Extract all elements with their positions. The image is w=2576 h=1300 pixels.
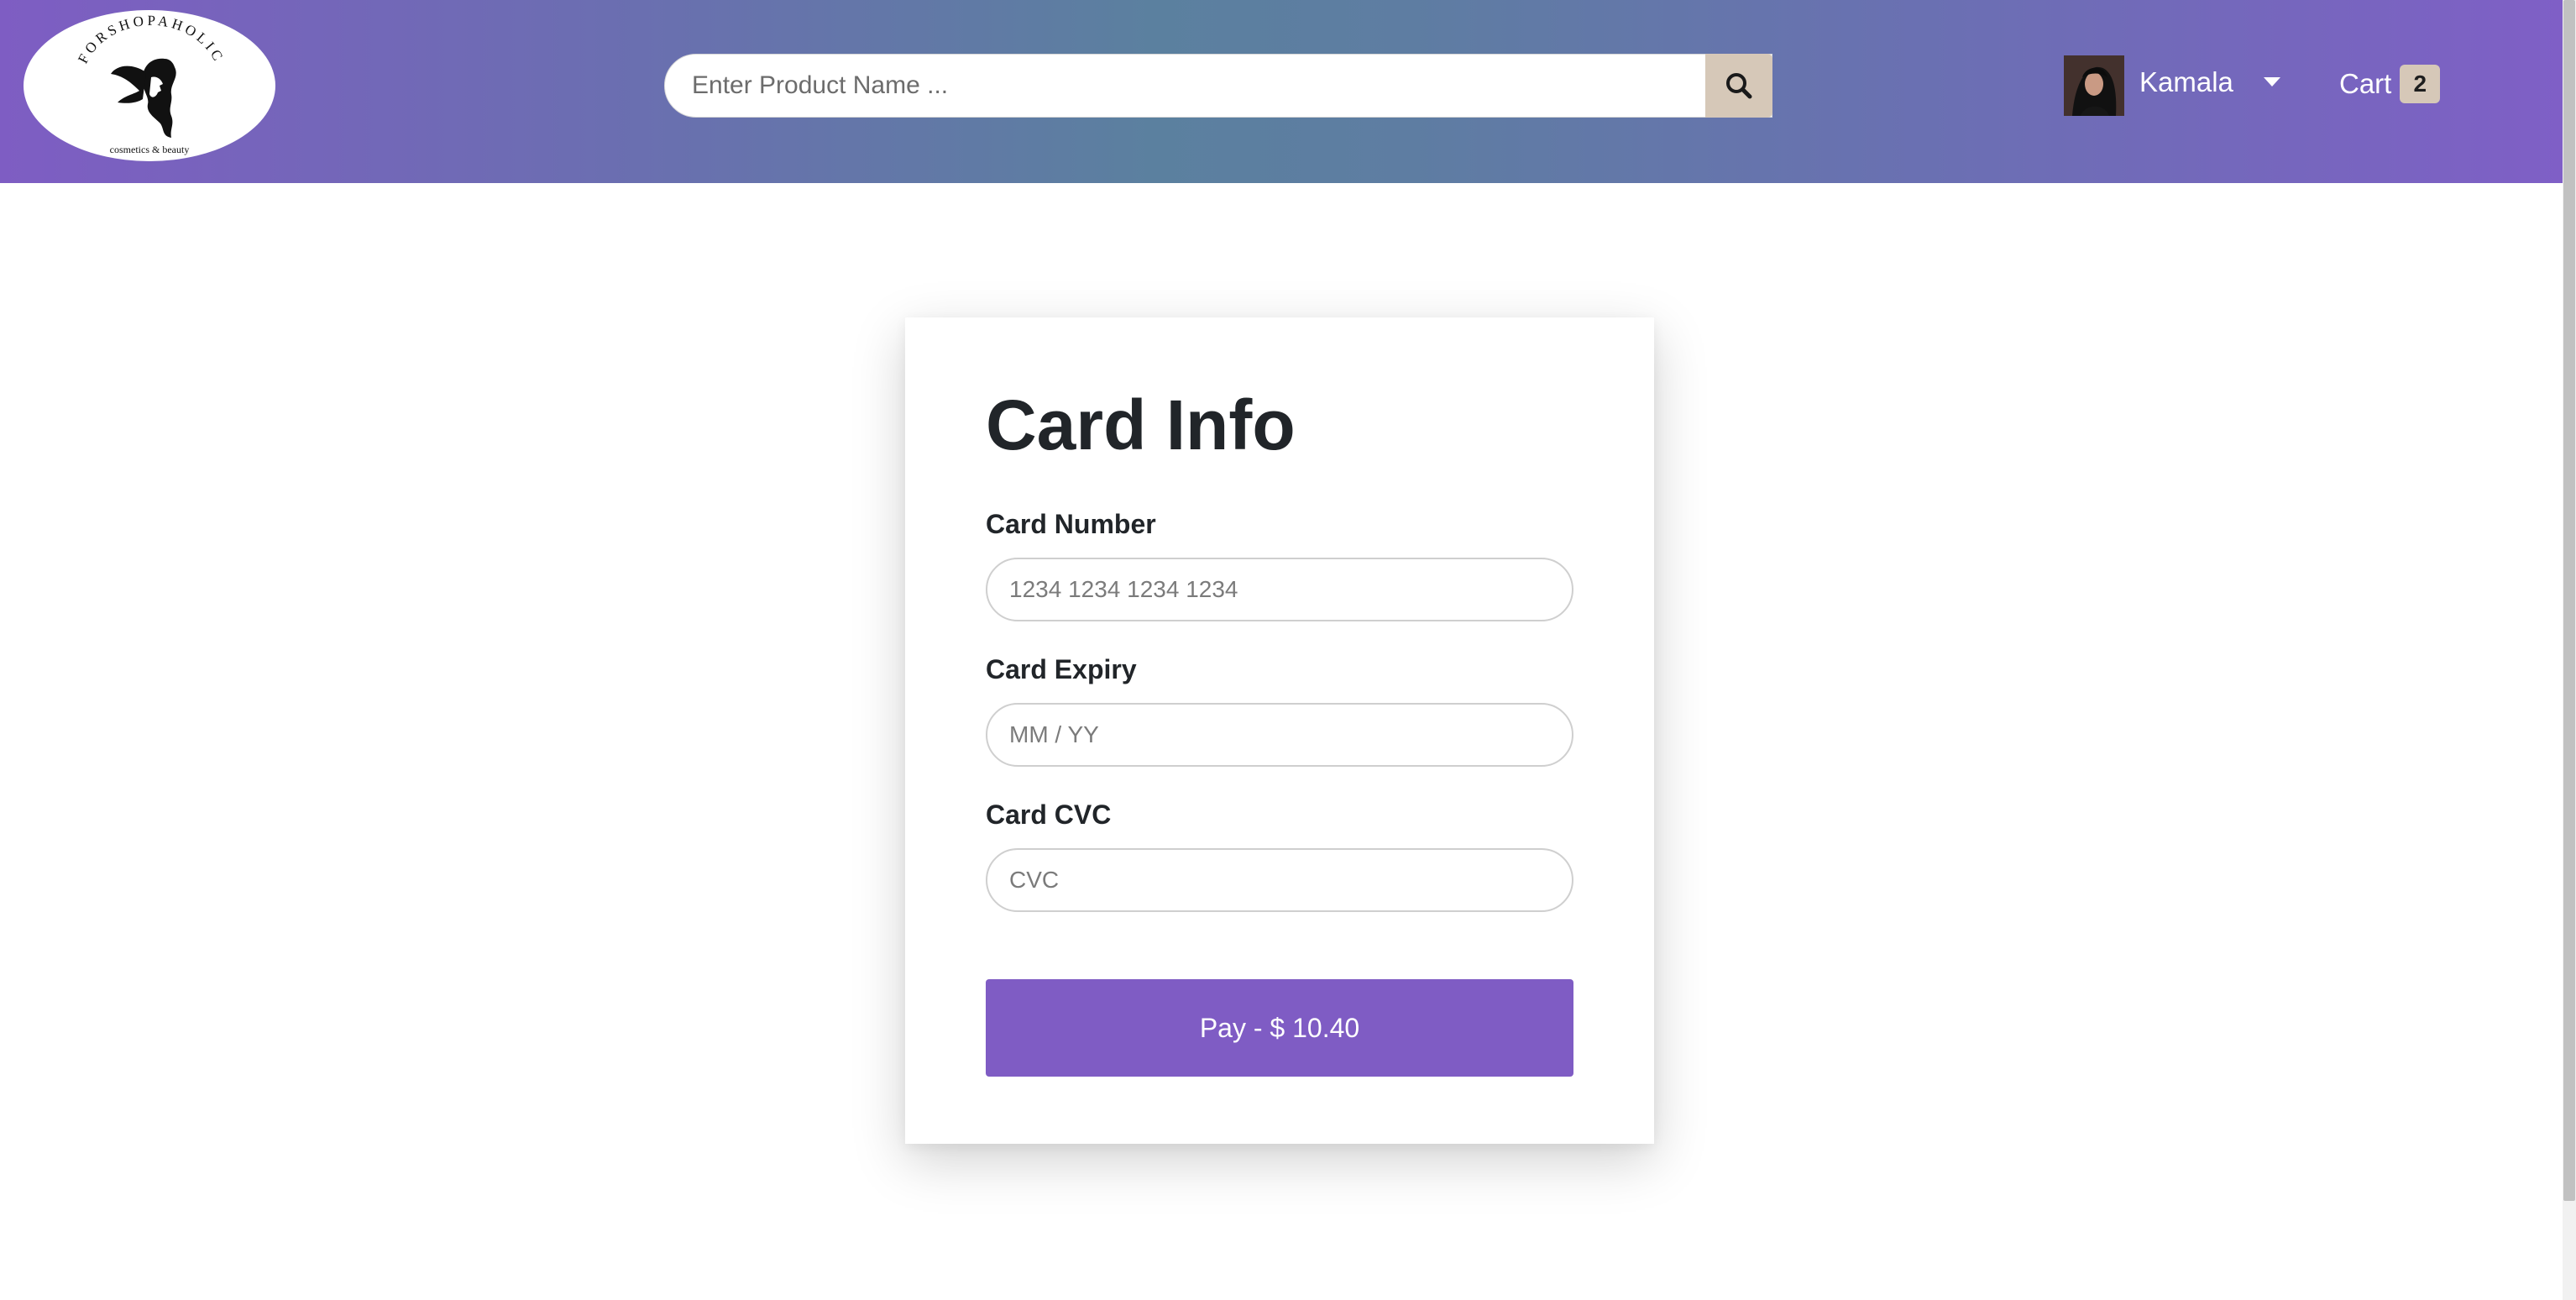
card-cvc-label: Card CVC [986,799,1112,830]
card-expiry-field[interactable] [986,703,1573,767]
scrollbar-thumb[interactable] [2563,0,2575,1201]
cart-label: Cart [2339,68,2392,99]
card-expiry-label: Card Expiry [986,654,1137,684]
brand-name: FORSHOPAHOLIC [75,13,224,66]
user-name[interactable]: Kamala [2139,66,2233,99]
cart-count-badge: 2 [2400,65,2441,103]
page: FORSHOPAHOLIC cosmetics & beauty Enter P… [0,0,2576,1300]
search-bar [664,54,1772,118]
cart-link[interactable]: Cart 2 [2339,64,2441,104]
brand-logo-graphic: FORSHOPAHOLIC cosmetics & beauty [75,13,228,155]
search-button[interactable] [1705,54,1772,118]
svg-text:FORSHOPAHOLIC: FORSHOPAHOLIC [75,13,228,66]
card-cvc-field[interactable] [986,848,1573,912]
card-number-field[interactable] [986,558,1573,621]
brand-tagline: cosmetics & beauty [110,144,190,155]
caret-down-icon[interactable] [2264,77,2280,86]
page-title: Card Info [986,385,1296,464]
card-info-form: Card Info Card Number Card Expiry Card C… [905,317,1654,1144]
search-input[interactable] [665,55,1772,117]
search-icon [1726,73,1752,99]
pay-button[interactable]: Pay - $ 10.40 [986,979,1573,1077]
user-avatar[interactable] [2064,55,2124,116]
top-navbar: FORSHOPAHOLIC cosmetics & beauty Enter P… [0,0,2563,183]
card-number-label: Card Number [986,509,1156,539]
avatar-image [2064,55,2124,116]
brand-logo[interactable]: FORSHOPAHOLIC cosmetics & beauty [24,10,275,161]
